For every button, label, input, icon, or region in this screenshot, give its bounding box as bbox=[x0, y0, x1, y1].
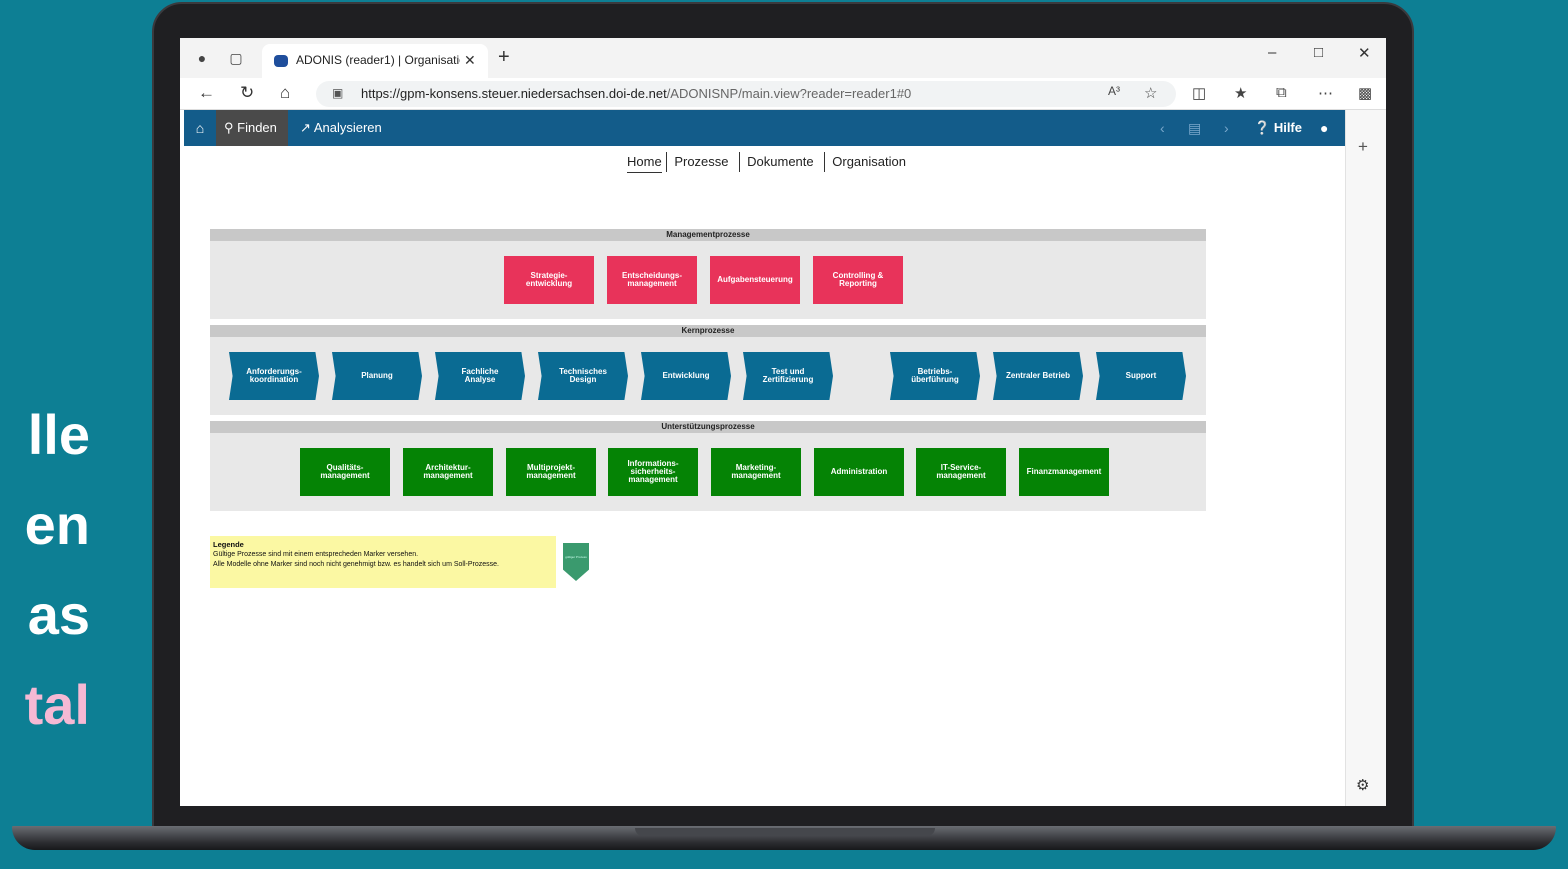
app-home-icon[interactable]: ⌂ bbox=[184, 110, 216, 146]
sidebar-toggle-icon[interactable]: ▩ bbox=[1358, 84, 1372, 102]
maximize-icon[interactable]: □ bbox=[1314, 44, 1323, 61]
side-headline: lle en as tal bbox=[0, 390, 90, 750]
headline-line-1: lle bbox=[27, 403, 90, 466]
legend-line-2: Alle Modelle ohne Marker sind noch nicht… bbox=[213, 561, 499, 568]
tab-title: ADONIS (reader1) | Organisation bbox=[296, 53, 460, 67]
edge-sidebar-add-icon[interactable]: + bbox=[1358, 137, 1368, 157]
legend-box: Legende Gültige Prozesse sind mit einem … bbox=[210, 536, 556, 588]
headline-line-3: as bbox=[27, 583, 90, 646]
profile-icon[interactable]: ● bbox=[192, 48, 212, 68]
user-icon[interactable]: ● bbox=[1320, 110, 1328, 146]
legend-line-1: Gültige Prozesse sind mit einem entsprec… bbox=[213, 551, 419, 558]
minimize-icon[interactable]: – bbox=[1268, 44, 1276, 61]
tab-organisation[interactable]: Organisation bbox=[824, 152, 913, 172]
read-aloud-icon[interactable]: A³ bbox=[1108, 84, 1120, 98]
split-screen-icon[interactable]: ◫ bbox=[1192, 84, 1206, 102]
headline-line-2: en bbox=[24, 493, 90, 556]
analysieren-button[interactable]: ↗ Analysieren bbox=[300, 110, 382, 146]
lane-management bbox=[210, 241, 1206, 319]
edge-sidebar bbox=[1345, 110, 1386, 806]
new-tab-icon[interactable]: + bbox=[498, 46, 510, 69]
back-arrow-icon[interactable]: ← bbox=[198, 83, 215, 103]
adonis-favicon-icon bbox=[274, 55, 288, 67]
process-finanzmanagement[interactable]: Finanzmanagement bbox=[1019, 448, 1109, 496]
process-qualitaetsmanagement[interactable]: Qualitäts- management bbox=[300, 448, 390, 496]
process-aufgabensteuerung[interactable]: Aufgabensteuerung bbox=[710, 256, 800, 304]
window-close-icon[interactable]: ✕ bbox=[1358, 44, 1371, 62]
home-icon[interactable]: ⌂ bbox=[280, 83, 290, 103]
process-test-zertifizierung[interactable]: Test und Zertifizierung bbox=[743, 352, 833, 400]
laptop-notch bbox=[635, 828, 935, 836]
headline-line-4: tal bbox=[24, 673, 90, 736]
favorite-star-icon[interactable]: ☆ bbox=[1144, 84, 1157, 102]
analysieren-label: Analysieren bbox=[313, 120, 382, 135]
refresh-icon[interactable]: ↻ bbox=[240, 83, 254, 103]
laptop-screen: ● ▢ ADONIS (reader1) | Organisation ✕ + … bbox=[180, 38, 1386, 806]
process-fachliche-analyse[interactable]: Fachliche Analyse bbox=[435, 352, 525, 400]
url-field[interactable]: ▣ https://gpm-konsens.steuer.niedersachs… bbox=[316, 81, 1176, 107]
lane-header-management: Managementprozesse bbox=[210, 229, 1206, 241]
process-technisches-design[interactable]: Technisches Design bbox=[538, 352, 628, 400]
marker-text: gültiger Prozess bbox=[565, 555, 587, 559]
process-betriebsueberfuehrung[interactable]: Betriebs- überführung bbox=[890, 352, 980, 400]
browser-tab-bar: ● ▢ ADONIS (reader1) | Organisation ✕ + … bbox=[180, 38, 1386, 78]
site-info-icon[interactable]: ▣ bbox=[332, 86, 343, 100]
adonis-top-nav: ⌂ ⚲ Finden ↗ Analysieren ‹ ▤ › ❔ Hilfe ● bbox=[184, 110, 1345, 146]
lane-header-unterstuetzung: Unterstützungsprozesse bbox=[210, 421, 1206, 433]
process-multiprojektmanagement[interactable]: Multiprojekt- management bbox=[506, 448, 596, 496]
browser-tab-active[interactable]: ADONIS (reader1) | Organisation ✕ bbox=[262, 44, 488, 78]
nav-forward-icon[interactable]: › bbox=[1224, 110, 1229, 146]
nav-back-icon[interactable]: ‹ bbox=[1160, 110, 1165, 146]
app-tabs: Home Prozesse Dokumente Organisation bbox=[620, 152, 913, 174]
process-controlling-reporting[interactable]: Controlling & Reporting bbox=[813, 256, 903, 304]
legend-title: Legende bbox=[213, 540, 244, 549]
tab-actions-icon[interactable]: ▢ bbox=[226, 48, 246, 68]
process-planung[interactable]: Planung bbox=[332, 352, 422, 400]
hilfe-button[interactable]: ❔ Hilfe bbox=[1254, 110, 1302, 146]
tab-dokumente[interactable]: Dokumente bbox=[739, 152, 820, 172]
tab-close-icon[interactable]: ✕ bbox=[464, 52, 476, 69]
window-icon[interactable]: ▤ bbox=[1188, 110, 1201, 146]
process-administration[interactable]: Administration bbox=[814, 448, 904, 496]
finden-label: Finden bbox=[237, 120, 277, 135]
process-architekturmanagement[interactable]: Architektur- management bbox=[403, 448, 493, 496]
process-marketingmanagement[interactable]: Marketing- management bbox=[711, 448, 801, 496]
process-entscheidungsmanagement[interactable]: Entscheidungs- management bbox=[607, 256, 697, 304]
hilfe-label: Hilfe bbox=[1273, 120, 1302, 135]
valid-process-marker-icon: gültiger Prozess bbox=[563, 543, 589, 581]
url-path: /ADONISNP/main.view?reader=reader1#0 bbox=[666, 86, 912, 101]
more-menu-icon[interactable]: ⋯ bbox=[1318, 84, 1333, 102]
collections-icon[interactable]: ⧉ bbox=[1276, 84, 1287, 101]
process-entwicklung[interactable]: Entwicklung bbox=[641, 352, 731, 400]
url-host: https://gpm-konsens.steuer.niedersachsen… bbox=[361, 86, 667, 101]
lane-header-kern: Kernprozesse bbox=[210, 325, 1206, 337]
url-text: https://gpm-konsens.steuer.niedersachsen… bbox=[361, 86, 911, 101]
favorites-icon[interactable]: ★ bbox=[1234, 84, 1247, 102]
chart-icon: ↗ bbox=[300, 120, 311, 135]
process-informationssicherheitsmanagement[interactable]: Informations- sicherheits- management bbox=[608, 448, 698, 496]
process-anforderungskoordination[interactable]: Anforderungs- koordination bbox=[229, 352, 319, 400]
settings-gear-icon[interactable]: ⚙ bbox=[1356, 776, 1369, 794]
tab-home[interactable]: Home bbox=[627, 152, 662, 173]
process-zentraler-betrieb[interactable]: Zentraler Betrieb bbox=[993, 352, 1083, 400]
finden-button[interactable]: ⚲ Finden bbox=[216, 110, 288, 146]
process-map-canvas: Managementprozesse Kernprozesse Unterstü… bbox=[210, 205, 1320, 589]
process-it-service-management[interactable]: IT-Service- management bbox=[916, 448, 1006, 496]
tab-prozesse[interactable]: Prozesse bbox=[666, 152, 735, 172]
process-support[interactable]: Support bbox=[1096, 352, 1186, 400]
process-strategieentwicklung[interactable]: Strategie- entwicklung bbox=[504, 256, 594, 304]
browser-address-bar: ← ↻ ⌂ ▣ https://gpm-konsens.steuer.niede… bbox=[180, 78, 1386, 110]
